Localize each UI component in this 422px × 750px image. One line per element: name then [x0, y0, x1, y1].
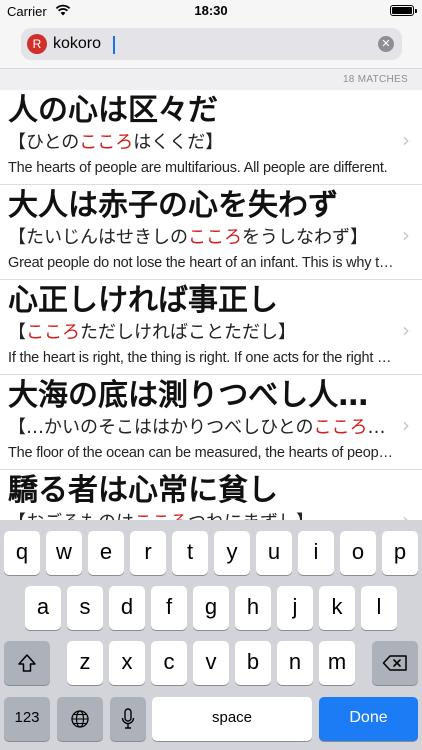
- battery-icon: [390, 5, 417, 16]
- list-item[interactable]: 人の心は区々だ 【ひとのこころはくくだ】 The hearts of peopl…: [0, 90, 422, 185]
- chevron-right-icon: ›: [402, 413, 410, 437]
- proverb-title: 大海の底は測りつべし人…: [8, 378, 369, 413]
- key-q[interactable]: q: [4, 531, 40, 575]
- list-item[interactable]: 驕る者は心常に貧し 【おごるものはこころつねにまずし】 ›: [0, 470, 422, 521]
- proverb-meaning: If the heart is right, the thing is righ…: [8, 350, 394, 366]
- key-k[interactable]: k: [319, 586, 355, 630]
- reading-highlight: こころ: [188, 227, 242, 248]
- match-count: 18 MATCHES: [342, 74, 408, 85]
- search-input[interactable]: [53, 33, 353, 55]
- key-g[interactable]: g: [193, 586, 229, 630]
- key-b[interactable]: b: [235, 641, 271, 685]
- key-l[interactable]: l: [361, 586, 397, 630]
- key-w[interactable]: w: [46, 531, 82, 575]
- search-field[interactable]: R ✕: [21, 28, 402, 60]
- numbers-key[interactable]: 123: [4, 697, 50, 741]
- proverb-title: 大人は赤子の心を失わず: [8, 188, 338, 223]
- key-h[interactable]: h: [235, 586, 271, 630]
- search-bar: R ✕: [0, 22, 422, 68]
- reading-highlight: こころ: [79, 132, 134, 153]
- key-y[interactable]: y: [214, 531, 250, 575]
- chevron-right-icon: ›: [402, 318, 410, 342]
- proverb-reading: 【おごるものはこころつねにまずし】: [8, 512, 314, 520]
- list-item[interactable]: 心正しければ事正し 【こころただしければことただし】 If the heart …: [0, 280, 422, 375]
- proverb-meaning: Great people do not lose the heart of an…: [8, 255, 394, 271]
- close-icon[interactable]: ✕: [378, 36, 394, 52]
- key-d[interactable]: d: [109, 586, 145, 630]
- proverb-reading: 【…かいのそこははかりつべしひとのこころ…: [8, 417, 386, 438]
- microphone-key[interactable]: [110, 697, 146, 741]
- proverb-reading: 【ひとのこころはくくだ】: [8, 132, 224, 153]
- proverb-meaning: The hearts of people are multifarious. A…: [8, 160, 388, 176]
- shift-key[interactable]: [4, 641, 50, 685]
- proverb-reading: 【こころただしければことただし】: [8, 322, 296, 343]
- done-button[interactable]: Done: [319, 697, 418, 741]
- globe-icon: [71, 710, 89, 728]
- proverb-reading: 【たいじんはせきしのこころをうしなわず】: [8, 227, 368, 248]
- key-j[interactable]: j: [277, 586, 313, 630]
- proverb-title: 驕る者は心常に貧し: [8, 473, 278, 508]
- reading-highlight: こころ: [134, 512, 188, 520]
- list-item[interactable]: 大海の底は測りつべし人… 【…かいのそこははかりつべしひとのこころ… The f…: [0, 375, 422, 470]
- key-a[interactable]: a: [25, 586, 61, 630]
- key-r[interactable]: r: [130, 531, 166, 575]
- reading-highlight: こころ: [313, 417, 368, 438]
- chevron-right-icon: ›: [402, 128, 410, 152]
- proverb-title: 心正しければ事正し: [8, 283, 278, 318]
- key-u[interactable]: u: [256, 531, 292, 575]
- shift-icon: [18, 654, 36, 672]
- reading-highlight: こころ: [26, 322, 80, 343]
- key-e[interactable]: e: [88, 531, 124, 575]
- key-n[interactable]: n: [277, 641, 313, 685]
- key-c[interactable]: c: [151, 641, 187, 685]
- clock: 18:30: [194, 3, 228, 18]
- backspace-key[interactable]: [372, 641, 418, 685]
- key-i[interactable]: i: [298, 531, 334, 575]
- key-x[interactable]: x: [109, 641, 145, 685]
- keyboard: q w e r t y u i o p a s d f g h j k l z …: [0, 520, 422, 750]
- space-key[interactable]: space: [152, 697, 312, 741]
- proverb-meaning: The floor of the ocean can be measured, …: [8, 445, 394, 461]
- backspace-icon: [382, 655, 407, 671]
- match-count-bar: 18 MATCHES: [0, 68, 422, 91]
- results-list: 人の心は区々だ 【ひとのこころはくくだ】 The hearts of peopl…: [0, 90, 422, 520]
- status-bar: Carrier 18:30: [0, 0, 422, 22]
- microphone-icon: [121, 708, 135, 729]
- list-item[interactable]: 大人は赤子の心を失わず 【たいじんはせきしのこころをうしなわず】 Great p…: [0, 185, 422, 280]
- chevron-right-icon: ›: [402, 223, 410, 247]
- key-p[interactable]: p: [382, 531, 418, 575]
- key-t[interactable]: t: [172, 531, 208, 575]
- key-z[interactable]: z: [67, 641, 103, 685]
- romaji-mode-icon[interactable]: R: [27, 34, 47, 54]
- proverb-title: 人の心は区々だ: [8, 93, 218, 128]
- globe-key[interactable]: [57, 697, 103, 741]
- chevron-right-icon: ›: [402, 508, 410, 520]
- text-caret: [113, 36, 115, 54]
- key-o[interactable]: o: [340, 531, 376, 575]
- key-f[interactable]: f: [151, 586, 187, 630]
- key-v[interactable]: v: [193, 641, 229, 685]
- key-m[interactable]: m: [319, 641, 355, 685]
- key-s[interactable]: s: [67, 586, 103, 630]
